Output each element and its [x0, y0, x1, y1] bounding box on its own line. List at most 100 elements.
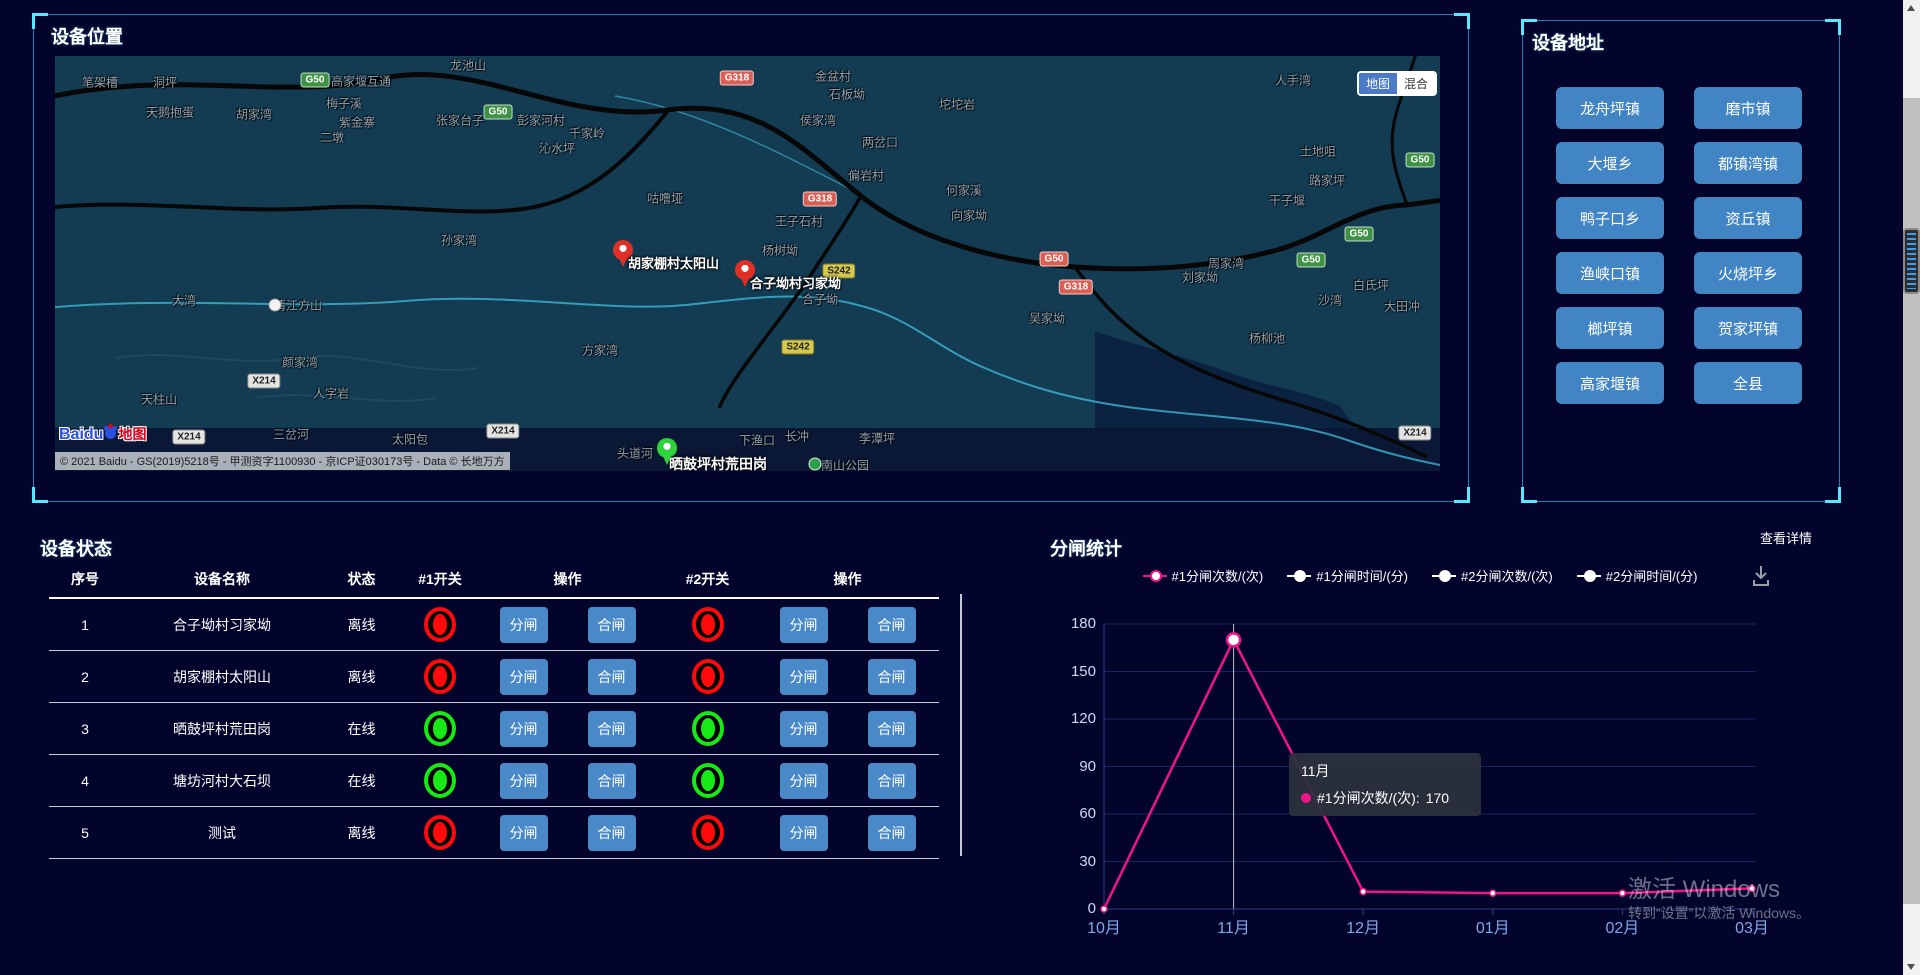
legend-item[interactable]: #1分闸时间/(分)	[1287, 566, 1408, 585]
map-place-label: 龙池山	[450, 57, 486, 74]
scroll-down-arrow-icon[interactable]	[1907, 964, 1915, 970]
col-header-name: 设备名称	[194, 569, 250, 589]
switch2-open-button[interactable]: 分闸	[780, 763, 828, 799]
row-index: 2	[81, 669, 89, 685]
switch1-operations: 分闸 合闸	[500, 763, 636, 799]
map-place-label: 杨柳池	[1249, 330, 1285, 347]
map-place-label: 二墩	[320, 129, 344, 146]
legend-item[interactable]: #1分闸次数/(次)	[1143, 566, 1264, 585]
map-type-hybrid-button[interactable]: 混合	[1397, 73, 1435, 94]
device-status: 离线	[348, 615, 376, 635]
switch2-indicator	[692, 711, 724, 746]
page-scrollbar[interactable]	[1903, 0, 1920, 975]
legend-label: #1分闸次数/(次)	[1172, 566, 1264, 585]
table-row: 1 合子坳村习家坳 离线 分闸 合闸 分闸 合闸	[49, 599, 939, 651]
scroll-helper-widget[interactable]	[1903, 228, 1920, 294]
table-header-row: 序号 设备名称 状态 #1开关 操作 #2开关 操作	[49, 560, 939, 599]
switch1-open-button[interactable]: 分闸	[500, 607, 548, 643]
town-button[interactable]: 鸭子口乡	[1556, 197, 1664, 239]
town-button[interactable]: 渔峡口镇	[1556, 252, 1664, 294]
town-button[interactable]: 龙舟坪镇	[1556, 87, 1664, 129]
town-button[interactable]: 都镇湾镇	[1694, 142, 1802, 184]
switch2-close-button[interactable]: 合闸	[868, 607, 916, 643]
switch2-close-button[interactable]: 合闸	[868, 763, 916, 799]
scrollbar-thumb[interactable]	[1903, 98, 1920, 904]
map-place-label: 下渔口	[739, 432, 775, 449]
switch1-close-button[interactable]: 合闸	[588, 659, 636, 695]
switch2-operations: 分闸 合闸	[780, 607, 916, 643]
town-button[interactable]: 火烧坪乡	[1694, 252, 1802, 294]
map-place-label: 天柱山	[141, 391, 177, 408]
col-header-status: 状态	[348, 569, 376, 589]
view-details-link[interactable]: 查看详情	[1760, 528, 1812, 547]
switch1-open-button[interactable]: 分闸	[500, 711, 548, 747]
switch1-open-button[interactable]: 分闸	[500, 763, 548, 799]
map-place-label: 沁水坪	[539, 140, 575, 157]
device-marker-pin[interactable]: 胡家棚村太阳山	[613, 240, 633, 268]
switch2-operations: 分闸 合闸	[780, 763, 916, 799]
switch2-open-button[interactable]: 分闸	[780, 607, 828, 643]
baidu-logo: Baidu地图	[59, 424, 146, 444]
switch2-close-button[interactable]: 合闸	[868, 815, 916, 851]
y-axis-tick-label: 90	[1079, 758, 1096, 775]
tooltip-series-label: #1分闸次数/(次):	[1317, 788, 1420, 808]
town-button[interactable]: 资丘镇	[1694, 197, 1802, 239]
town-button[interactable]: 高家堰镇	[1556, 362, 1664, 404]
legend-label: #1分闸时间/(分)	[1316, 566, 1408, 585]
switch1-close-button[interactable]: 合闸	[588, 711, 636, 747]
device-status: 离线	[348, 667, 376, 687]
dashboard: 设备位置 龙池山笔架槽洞坪天鹅抱蛋胡家湾高家堰互通梅子溪紫金寨二墩沁水坪张家台子…	[0, 0, 1920, 975]
map-place-label: 天鹅抱蛋	[146, 104, 194, 121]
map-place-label: 合子坳	[802, 291, 838, 308]
device-name: 测试	[208, 823, 236, 843]
switch2-open-button[interactable]: 分闸	[780, 815, 828, 851]
switch1-close-button[interactable]: 合闸	[588, 607, 636, 643]
town-button[interactable]: 全县	[1694, 362, 1802, 404]
tooltip-title: 11月	[1301, 761, 1469, 781]
corner-decoration	[32, 487, 48, 503]
baidu-logo-text: du	[84, 426, 104, 443]
map-place-label: 两岔口	[862, 134, 898, 151]
map-place-label: 千家岭	[569, 125, 605, 142]
switch2-close-button[interactable]: 合闸	[868, 711, 916, 747]
map-place-label: 胡家湾	[236, 106, 272, 123]
map-place-label: 人手湾	[1275, 72, 1311, 89]
road-badge: X214	[172, 430, 205, 445]
scroll-up-arrow-icon[interactable]	[1907, 5, 1915, 11]
table-body: 1 合子坳村习家坳 离线 分闸 合闸 分闸 合闸 2 胡家棚村太阳山	[49, 599, 939, 859]
device-marker-pin[interactable]: 晒鼓坪村荒田岗	[657, 438, 677, 466]
tooltip-series-dot	[1301, 793, 1311, 803]
baidu-map[interactable]: 龙池山笔架槽洞坪天鹅抱蛋胡家湾高家堰互通梅子溪紫金寨二墩沁水坪张家台子彭家河村千…	[55, 56, 1440, 471]
legend-label: #2分闸次数/(次)	[1461, 566, 1553, 585]
device-marker-pin[interactable]: 合子坳村习家坳	[735, 260, 755, 288]
device-status-table: 序号 设备名称 状态 #1开关 操作 #2开关 操作 1 合子坳村习家坳 离线 …	[49, 560, 939, 859]
town-button[interactable]: 大堰乡	[1556, 142, 1664, 184]
town-button[interactable]: 磨市镇	[1694, 87, 1802, 129]
town-button[interactable]: 贺家坪镇	[1694, 307, 1802, 349]
switch2-operations: 分闸 合闸	[780, 815, 916, 851]
switch1-open-button[interactable]: 分闸	[500, 815, 548, 851]
switch2-close-button[interactable]: 合闸	[868, 659, 916, 695]
road-badge: G50	[484, 105, 513, 120]
switch2-open-button[interactable]: 分闸	[780, 711, 828, 747]
map-type-map-button[interactable]: 地图	[1359, 73, 1397, 94]
town-button[interactable]: 榔坪镇	[1556, 307, 1664, 349]
map-place-label: 长冲	[785, 428, 809, 445]
map-place-label: 大田冲	[1384, 298, 1420, 315]
switch1-operations: 分闸 合闸	[500, 607, 636, 643]
switch1-close-button[interactable]: 合闸	[588, 763, 636, 799]
legend-item[interactable]: #2分闸次数/(次)	[1432, 566, 1553, 585]
switch2-open-button[interactable]: 分闸	[780, 659, 828, 695]
legend-line-icon	[1143, 571, 1167, 581]
map-place-label: 南山公园	[821, 457, 869, 472]
town-button-grid: 龙舟坪镇磨市镇大堰乡都镇湾镇鸭子口乡资丘镇渔峡口镇火烧坪乡榔坪镇贺家坪镇高家堰镇…	[1556, 87, 1802, 404]
road-badge: G50	[1406, 153, 1435, 168]
save-as-image-icon[interactable]	[1752, 565, 1770, 592]
table-scrollbar[interactable]	[960, 594, 962, 856]
legend-item[interactable]: #2分闸时间/(分)	[1577, 566, 1698, 585]
switch1-indicator	[424, 815, 456, 850]
map-place-label: 偏岩村	[848, 167, 884, 184]
table-row: 5 测试 离线 分闸 合闸 分闸 合闸	[49, 807, 939, 859]
switch1-open-button[interactable]: 分闸	[500, 659, 548, 695]
switch1-close-button[interactable]: 合闸	[588, 815, 636, 851]
